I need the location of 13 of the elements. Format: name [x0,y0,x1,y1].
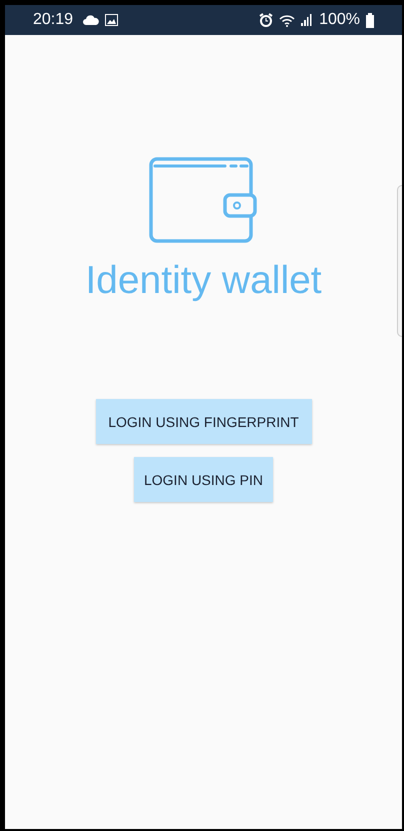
signal-icon [301,14,314,26]
clock-time: 20:19 [33,11,74,29]
login-button[interactable]: LOGIN USING FINGERPRINT [96,399,312,444]
battery-icon [366,12,374,28]
login-button[interactable]: LOGIN USING PIN [134,457,274,502]
alarm-clock-icon [259,13,274,27]
app-title: Identity wallet [85,259,322,303]
wallet-icon [148,157,258,243]
edge-panel-handle[interactable] [397,185,402,337]
wifi-icon [279,14,296,26]
cloud-icon [83,15,100,25]
image-icon [105,14,118,26]
battery-percent: 100% [319,11,360,29]
